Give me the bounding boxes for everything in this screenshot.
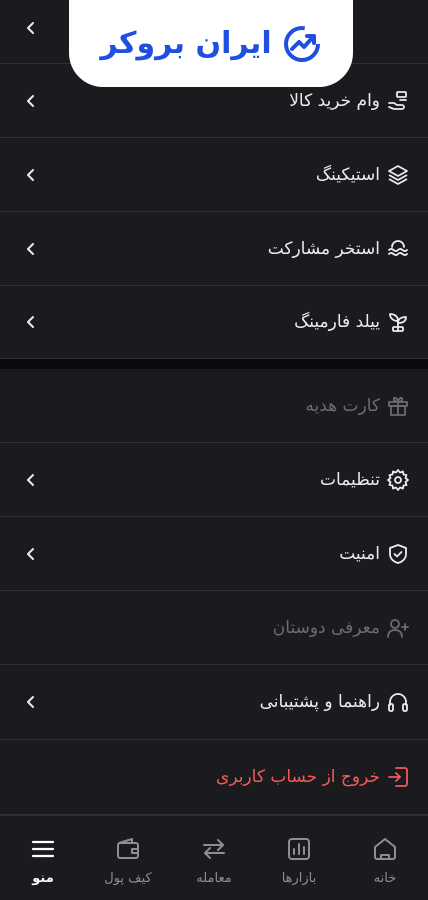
headphones-icon bbox=[388, 693, 408, 712]
section-separator bbox=[0, 359, 428, 369]
menu-item-label: راهنما و پشتیبانی bbox=[259, 692, 380, 712]
menu-item-label: وام خرید کالا bbox=[289, 90, 380, 111]
menu-item-referral: معرفی دوستان bbox=[0, 591, 428, 665]
sprout-icon bbox=[389, 313, 407, 332]
nav-label: منو bbox=[32, 871, 54, 886]
menu-item-label: معرفی دوستان bbox=[272, 617, 380, 638]
menu-icon bbox=[31, 840, 55, 858]
gear-icon bbox=[387, 468, 409, 491]
pool-waves-icon bbox=[388, 239, 408, 256]
menu-item-gift-card: کارت هدیه bbox=[0, 369, 428, 443]
bottom-navigation: منو کیف پول معامله بازارها خانه bbox=[0, 815, 428, 900]
menu-item-help-support[interactable]: راهنما و پشتیبانی bbox=[0, 665, 428, 740]
chevron-left-icon bbox=[27, 94, 34, 107]
hand-coins-icon bbox=[388, 90, 407, 110]
nav-wallet[interactable]: کیف پول bbox=[85, 816, 171, 900]
shield-check-icon bbox=[389, 543, 407, 564]
menu-item-label: امنیت bbox=[339, 543, 380, 564]
chart-icon bbox=[288, 838, 310, 860]
user-plus-icon bbox=[387, 618, 409, 638]
nav-label: معامله bbox=[196, 871, 232, 886]
gift-icon bbox=[388, 396, 408, 416]
menu-item-label: استخر مشارکت bbox=[267, 238, 380, 259]
chevron-left-icon bbox=[27, 168, 34, 181]
menu-item-label: استیکینگ bbox=[315, 164, 380, 185]
nav-menu[interactable]: منو bbox=[0, 816, 86, 900]
menu-item-security[interactable]: امنیت bbox=[0, 517, 428, 591]
chevron-left-icon bbox=[27, 696, 34, 708]
nav-label: بازارها bbox=[281, 871, 317, 886]
menu-item-liquidity-pool[interactable]: استخر مشارکت bbox=[0, 212, 428, 286]
wallet-icon bbox=[117, 838, 139, 859]
chevron-left-icon bbox=[27, 473, 34, 486]
menu-item-staking[interactable]: استیکینگ bbox=[0, 138, 428, 212]
menu-item-yield-farming[interactable]: ییلد فارمینگ bbox=[0, 286, 428, 359]
chevron-left-icon bbox=[27, 242, 34, 255]
nav-label: خانه bbox=[373, 871, 397, 886]
menu-item-label: ییلد فارمینگ bbox=[294, 312, 380, 332]
menu-item-label: کارت هدیه bbox=[305, 395, 380, 416]
menu-item-logout[interactable]: خروج از حساب کاربری bbox=[0, 740, 428, 815]
nav-home[interactable]: خانه bbox=[342, 816, 428, 900]
nav-trade[interactable]: معامله bbox=[171, 816, 257, 900]
home-icon bbox=[374, 838, 396, 860]
swap-icon bbox=[203, 839, 225, 859]
logo-text: ایران بروکر bbox=[100, 26, 272, 61]
menu-item-label: تنظیمات bbox=[320, 469, 380, 490]
chevron-left-icon bbox=[27, 22, 34, 34]
logout-icon bbox=[388, 767, 408, 787]
logo-mark-icon bbox=[283, 25, 320, 62]
nav-label: کیف پول bbox=[104, 871, 152, 886]
chevron-left-icon bbox=[27, 316, 34, 328]
chevron-left-icon bbox=[27, 547, 34, 560]
layers-icon bbox=[388, 164, 408, 185]
menu-item-label: خروج از حساب کاربری bbox=[216, 767, 380, 787]
brand-logo: ایران بروکر bbox=[69, 0, 353, 87]
nav-markets[interactable]: بازارها bbox=[256, 816, 342, 900]
menu-item-settings[interactable]: تنظیمات bbox=[0, 443, 428, 517]
